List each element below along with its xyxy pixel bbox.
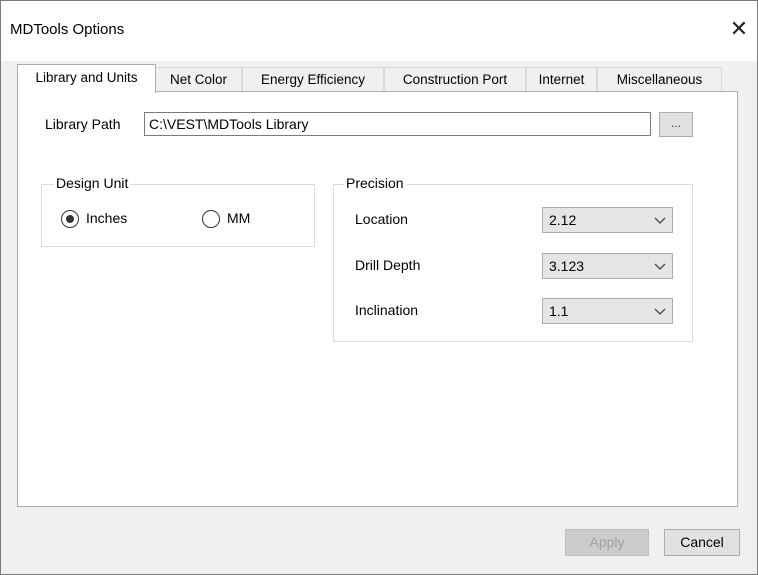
mm-radio[interactable] bbox=[202, 210, 220, 228]
apply-button[interactable]: Apply bbox=[565, 529, 649, 556]
precision-legend: Precision bbox=[344, 175, 406, 191]
chevron-down-icon bbox=[654, 263, 666, 270]
location-label: Location bbox=[355, 211, 408, 227]
location-select[interactable]: 2.12 bbox=[542, 207, 673, 233]
chevron-down-icon bbox=[654, 308, 666, 315]
tab-energy-efficiency[interactable]: Energy Efficiency bbox=[242, 67, 384, 91]
inclination-value: 1.1 bbox=[549, 303, 569, 319]
window-title: MDTools Options bbox=[10, 21, 125, 38]
chevron-down-icon bbox=[654, 217, 666, 224]
tab-library-and-units[interactable]: Library and Units bbox=[17, 64, 156, 93]
design-unit-group bbox=[41, 184, 315, 247]
inches-label[interactable]: Inches bbox=[86, 210, 127, 226]
inclination-label: Inclination bbox=[355, 302, 419, 318]
mm-label[interactable]: MM bbox=[227, 210, 250, 226]
close-icon[interactable]: ✕ bbox=[721, 13, 757, 45]
inches-radio[interactable] bbox=[61, 210, 79, 228]
location-value: 2.12 bbox=[549, 212, 577, 228]
inclination-select[interactable]: 1.1 bbox=[542, 298, 673, 324]
tab-construction-port[interactable]: Construction Port bbox=[384, 67, 526, 91]
tab-net-color[interactable]: Net Color bbox=[155, 67, 242, 91]
drill-depth-label: Drill Depth bbox=[355, 257, 421, 273]
library-path-label: Library Path bbox=[45, 116, 121, 132]
title-bar: MDTools Options ✕ bbox=[1, 1, 757, 61]
tab-miscellaneous[interactable]: Miscellaneous bbox=[597, 67, 722, 91]
cancel-button[interactable]: Cancel bbox=[664, 529, 740, 556]
library-path-input[interactable] bbox=[144, 112, 651, 136]
design-unit-legend: Design Unit bbox=[54, 175, 131, 191]
drill-depth-value: 3.123 bbox=[549, 258, 585, 274]
browse-button[interactable]: ... bbox=[659, 112, 693, 137]
tab-internet[interactable]: Internet bbox=[526, 67, 597, 91]
drill-depth-select[interactable]: 3.123 bbox=[542, 253, 673, 279]
